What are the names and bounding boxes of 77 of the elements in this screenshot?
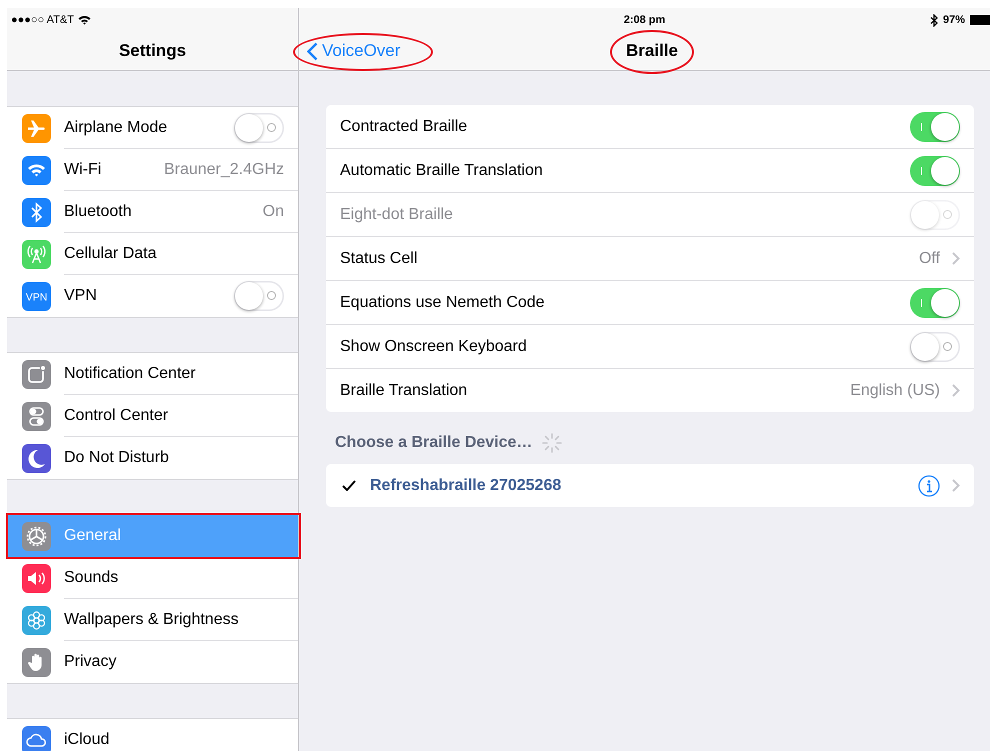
settings-menu-item[interactable]: Airplane Mode [7, 107, 298, 149]
menu-item-label: Airplane Mode [64, 118, 168, 136]
setting-label: Braille Translation [340, 382, 468, 400]
setting-row[interactable]: Contracted Braille [326, 105, 974, 149]
battery-icon [970, 15, 990, 25]
moon-icon [22, 444, 51, 472]
toggle-switch[interactable] [910, 288, 960, 318]
menu-item-label: General [64, 527, 121, 545]
status-time: 2:08 pm [624, 14, 666, 26]
menu-item-value: On [262, 202, 284, 220]
toggle-switch[interactable] [910, 112, 960, 142]
vpn-icon: VPN [22, 282, 51, 310]
chevron-left-icon [307, 42, 318, 60]
menu-item-value: Brauner_2.4GHz [164, 160, 284, 178]
settings-menu-item[interactable]: Wi-Fi Brauner_2.4GHz [7, 149, 298, 191]
toggle-switch[interactable] [910, 156, 960, 186]
info-icon[interactable] [918, 474, 940, 496]
menu-item-label: Bluetooth [64, 202, 132, 220]
gear-icon [22, 522, 51, 550]
section-header: Choose a Braille Device… [335, 434, 532, 452]
sound-icon [22, 564, 51, 592]
menu-item-label: Cellular Data [64, 244, 156, 262]
menu-item-label: iCloud [64, 731, 110, 749]
settings-menu-item[interactable]: Sounds [7, 557, 298, 599]
page-title: Braille [626, 41, 678, 60]
chevron-right-icon [952, 479, 960, 492]
setting-label: Status Cell [340, 250, 418, 268]
setting-row[interactable]: Braille Translation English (US) [326, 369, 974, 412]
menu-item-label: Do Not Disturb [64, 449, 169, 467]
setting-value: Off [918, 250, 940, 268]
menu-item-label: Wallpapers & Brightness [64, 610, 239, 628]
settings-menu-item[interactable]: Do Not Disturb [7, 437, 298, 479]
settings-menu-item[interactable]: iCloud [7, 719, 298, 751]
setting-row[interactable]: Status Cell Off [326, 237, 974, 281]
chevron-right-icon [952, 252, 960, 265]
wifi-icon [78, 15, 91, 25]
setting-row[interactable]: Equations use Nemeth Code [326, 281, 974, 325]
setting-label: Contracted Braille [340, 118, 468, 136]
control-icon [22, 402, 51, 430]
chevron-right-icon [952, 384, 960, 397]
toggle-switch[interactable] [910, 332, 960, 362]
settings-menu-item[interactable]: Cellular Data [7, 233, 298, 275]
carrier-label: ●●●○○ AT&T [11, 14, 74, 26]
flower-icon [22, 606, 51, 634]
airplane-icon [22, 114, 51, 142]
hand-icon [22, 648, 51, 676]
setting-label: Equations use Nemeth Code [340, 294, 545, 312]
menu-item-label: Control Center [64, 406, 168, 424]
settings-menu-item[interactable]: Wallpapers & Brightness [7, 599, 298, 641]
device-row[interactable]: Refreshabraille 27025268 [326, 464, 974, 507]
setting-row[interactable]: Automatic Braille Translation [326, 149, 974, 193]
menu-item-label: Privacy [64, 653, 116, 671]
setting-label: Show Onscreen Keyboard [340, 338, 527, 356]
cellular-icon [22, 240, 51, 268]
toggle-switch[interactable] [234, 281, 284, 311]
device-name: Refreshabraille 27025268 [370, 476, 562, 494]
settings-menu-item[interactable]: Notification Center [7, 353, 298, 395]
menu-item-label: VPN [64, 287, 97, 305]
bluetooth-icon [930, 14, 938, 26]
settings-menu-item[interactable]: VPN VPN [7, 275, 298, 317]
menu-item-label: Sounds [64, 568, 118, 586]
menu-item-label: Notification Center [64, 364, 196, 382]
toggle-switch[interactable] [234, 112, 284, 142]
spinner-icon [542, 433, 562, 453]
battery-percentage: 97% [942, 14, 965, 26]
setting-value: English (US) [850, 382, 940, 400]
setting-label: Eight-dot Braille [340, 206, 453, 224]
sidebar-title: Settings [118, 41, 186, 61]
settings-menu-item[interactable]: Control Center [7, 395, 298, 437]
bluetooth-icon [22, 198, 51, 226]
menu-item-label: Wi-Fi [64, 160, 102, 178]
notification-icon [22, 360, 51, 388]
settings-menu-item[interactable]: Bluetooth On [7, 191, 298, 233]
wifi-icon [22, 156, 51, 184]
settings-menu-item[interactable]: Privacy [7, 641, 298, 683]
setting-label: Automatic Braille Translation [340, 162, 543, 180]
setting-row[interactable]: Show Onscreen Keyboard [326, 325, 974, 369]
